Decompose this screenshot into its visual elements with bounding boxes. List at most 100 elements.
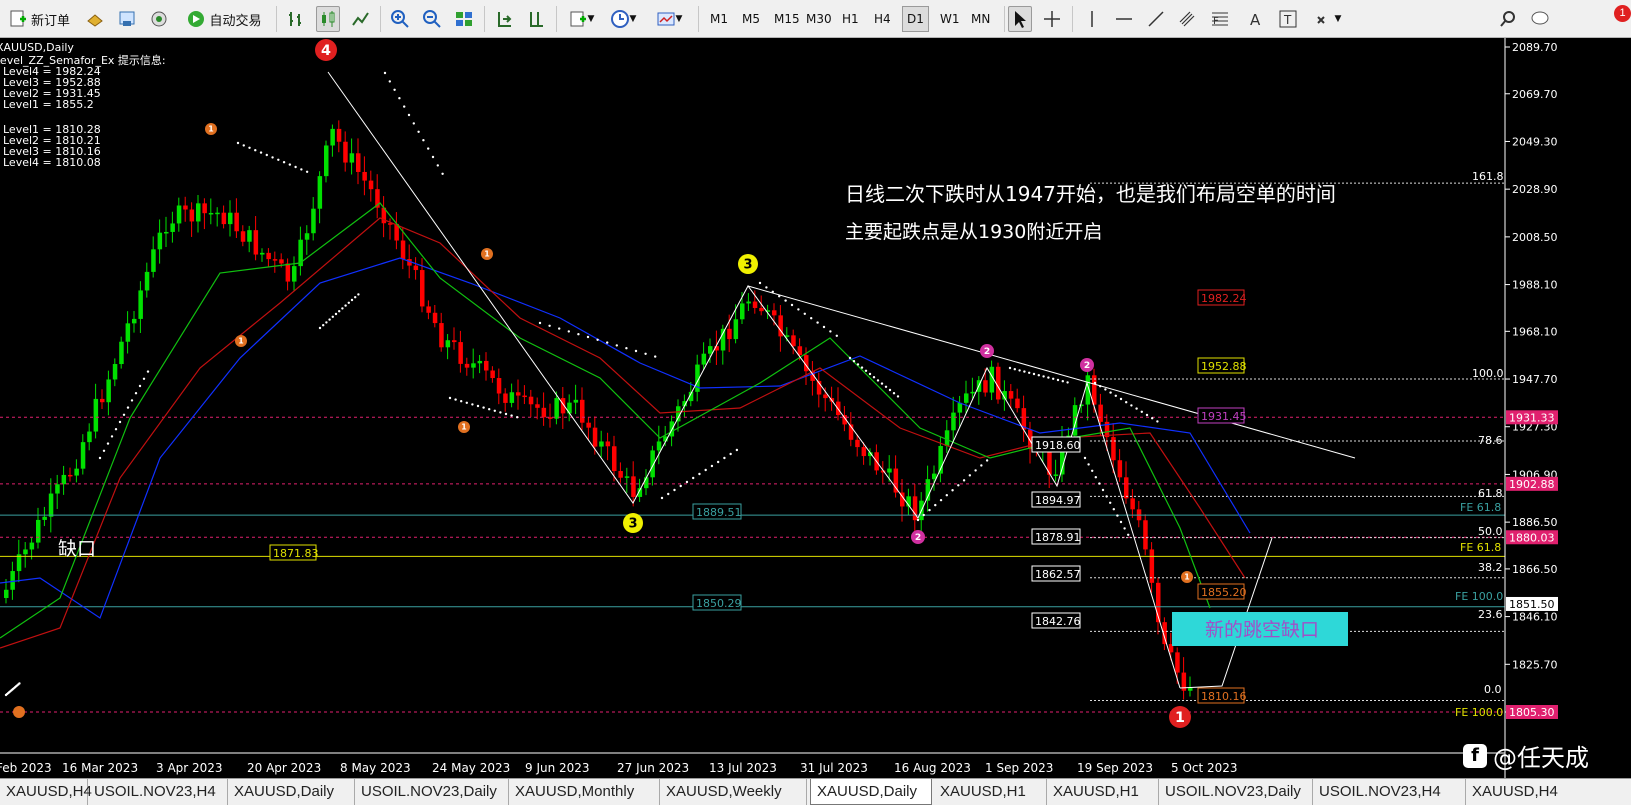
- tf-h1[interactable]: H1: [838, 6, 863, 32]
- candle-body: [368, 180, 374, 190]
- candle-body: [253, 230, 259, 255]
- tab-xauusd-h4[interactable]: XAUUSD,H4: [0, 779, 92, 805]
- tf-w1[interactable]: W1: [936, 6, 964, 32]
- tab-xauusd-monthly[interactable]: XAUUSD,Monthly: [509, 779, 660, 805]
- sar-dot: [980, 464, 983, 467]
- new-order-button[interactable]: 新订单: [3, 6, 75, 32]
- zoom-in-icon: [390, 9, 410, 29]
- date-axis-label: 16 Mar 2023: [62, 761, 138, 775]
- tab-usoil-h4-2[interactable]: USOIL.NOV23,H4: [1313, 779, 1466, 805]
- price-chart[interactable]: 4 1 1 1 1 3 3 2 2 2 1 1 1982.24 1952.88 1931.45 1855.20…: [0, 38, 1631, 778]
- gap-label: 缺口: [58, 538, 96, 560]
- tf-mn[interactable]: MN: [967, 6, 994, 32]
- candle-body: [272, 259, 278, 261]
- tab-usoil-h4[interactable]: USOIL.NOV23,H4: [88, 779, 228, 805]
- line-chart-button[interactable]: [348, 6, 372, 32]
- sar-dot: [248, 146, 251, 149]
- text-tool-button[interactable]: A: [1244, 6, 1268, 32]
- fibonacci-button[interactable]: F: [1208, 6, 1232, 32]
- tf-m30[interactable]: M30: [802, 6, 836, 32]
- tab-usoil-daily[interactable]: USOIL.NOV23,Daily: [355, 779, 509, 805]
- chart-shift-button[interactable]: [524, 6, 548, 32]
- candlestick-button[interactable]: [316, 6, 340, 32]
- trendline-button[interactable]: [1144, 6, 1168, 32]
- sar-dot: [1047, 376, 1050, 379]
- text-label-button[interactable]: T: [1276, 6, 1300, 32]
- candle-body: [138, 290, 143, 319]
- candle-body: [215, 212, 220, 215]
- sar-dot: [615, 344, 618, 347]
- arrows-button[interactable]: ▼: [1308, 6, 1348, 32]
- tab-xauusd-weekly[interactable]: XAUUSD,Weekly: [660, 779, 807, 805]
- tf-m5[interactable]: M5: [738, 6, 764, 32]
- sar-dot: [138, 384, 142, 388]
- signals-button[interactable]: [147, 6, 171, 32]
- sar-dot: [146, 370, 150, 373]
- vertical-line-button[interactable]: [1080, 6, 1104, 32]
- periods-button[interactable]: ▼: [606, 6, 640, 32]
- candle-body: [176, 205, 182, 224]
- channel-button[interactable]: [1176, 6, 1200, 32]
- sar-dot: [1109, 391, 1112, 394]
- notification-badge[interactable]: 1: [1614, 5, 1631, 22]
- sar-dot: [968, 474, 972, 477]
- candle-body: [4, 589, 9, 598]
- sar-dot: [259, 151, 263, 154]
- sar-dot: [1032, 372, 1036, 376]
- tab-xauusd-daily[interactable]: XAUUSD,Daily: [228, 779, 355, 805]
- semafor-label: 2: [1084, 361, 1090, 371]
- cursor-icon: [1010, 9, 1030, 29]
- auto-trading-label: 自动交易: [209, 13, 262, 29]
- zoom-out-button[interactable]: [420, 6, 444, 32]
- autoscroll-button[interactable]: [492, 6, 516, 32]
- tab-usoil-daily-2[interactable]: USOIL.NOV23,Daily: [1159, 779, 1313, 805]
- sar-dot: [916, 518, 920, 522]
- gold-button[interactable]: [83, 6, 107, 32]
- tab-xauusd-h1[interactable]: XAUUSD,H1: [934, 779, 1047, 805]
- price-tag: 1902.88: [1509, 478, 1555, 491]
- tab-xauusd-h4-2[interactable]: XAUUSD,H4: [1466, 779, 1631, 805]
- tf-m15[interactable]: M15: [770, 6, 804, 32]
- candle-body: [631, 476, 636, 497]
- bar-chart-button[interactable]: [284, 6, 308, 32]
- sar-dot: [448, 396, 452, 400]
- tile-windows-button[interactable]: [452, 6, 476, 32]
- date-axis-label: 31 Jul 2023: [800, 761, 868, 775]
- candle-body: [471, 363, 476, 368]
- sar-dot: [242, 144, 245, 147]
- box-1810: 1810.16: [1201, 690, 1247, 703]
- indicators-button[interactable]: ▼: [564, 6, 598, 32]
- candle-body: [413, 265, 419, 271]
- crosshair-button[interactable]: [1040, 6, 1064, 32]
- candle-body: [452, 340, 457, 343]
- tab-xauusd-daily-active[interactable]: XAUUSD,Daily: [810, 779, 932, 805]
- candle-body: [164, 231, 169, 234]
- sar-dot: [422, 139, 425, 142]
- svg-text:F: F: [1213, 16, 1219, 27]
- line-chart-icon: [350, 9, 370, 29]
- templates-button[interactable]: ▼: [650, 6, 688, 32]
- zoom-in-button[interactable]: [388, 6, 412, 32]
- search-button[interactable]: [1496, 6, 1520, 32]
- sar-dot: [412, 122, 415, 125]
- chat-icon: [1530, 9, 1550, 29]
- tf-h4[interactable]: H4: [870, 6, 895, 32]
- candle-body: [432, 312, 438, 324]
- history-button[interactable]: [115, 6, 139, 32]
- candle-body: [1188, 688, 1193, 691]
- candle-body: [106, 379, 111, 403]
- tf-d1[interactable]: D1: [902, 6, 929, 32]
- sar-dot: [328, 318, 331, 321]
- horizontal-line-button[interactable]: [1112, 6, 1136, 32]
- chart-area[interactable]: 4 1 1 1 1 3 3 2 2 2 1 1 1982.24 1952.88 1931.45 1855.20…: [0, 38, 1631, 778]
- sar-dot: [1083, 456, 1087, 460]
- sar-dot: [436, 164, 439, 167]
- candle-body: [970, 391, 975, 394]
- watermark: f @任天成: [1463, 738, 1589, 773]
- sar-dot: [880, 382, 884, 385]
- cursor-button[interactable]: [1008, 6, 1032, 32]
- tab-xauusd-h1-2[interactable]: XAUUSD,H1: [1047, 779, 1159, 805]
- tf-m1[interactable]: M1: [706, 6, 732, 32]
- auto-trading-button[interactable]: 自动交易: [180, 6, 268, 32]
- chat-button[interactable]: [1528, 6, 1552, 32]
